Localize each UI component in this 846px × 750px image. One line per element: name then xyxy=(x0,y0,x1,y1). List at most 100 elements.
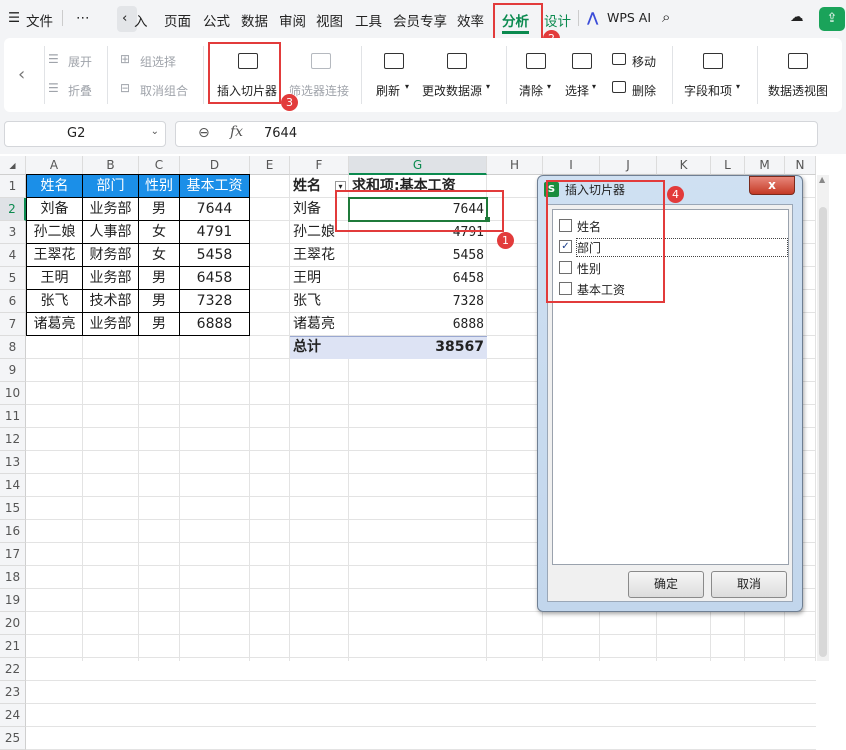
pivot-row-label[interactable]: 王翠花 xyxy=(293,244,335,267)
table-cell[interactable]: 4791 xyxy=(179,220,250,244)
pivot-row-label[interactable]: 张飞 xyxy=(293,290,321,313)
column-header[interactable]: G xyxy=(349,156,487,175)
menu-insert[interactable]: 入 xyxy=(134,10,148,30)
menu-efficiency[interactable]: 效率 xyxy=(457,10,484,30)
table-cell[interactable]: 业务部 xyxy=(82,197,139,221)
row-header[interactable]: 14 xyxy=(0,474,26,497)
ribbon-scroll-left-icon[interactable]: ‹ xyxy=(18,64,25,85)
share-icon[interactable]: ⇪ xyxy=(819,7,845,31)
pivot-row-label[interactable]: 诸葛亮 xyxy=(293,313,335,336)
cancel-button[interactable]: 取消 xyxy=(711,571,787,598)
menu-data[interactable]: 数据 xyxy=(241,10,268,30)
table-cell[interactable]: 业务部 xyxy=(82,312,139,336)
close-icon[interactable]: x xyxy=(749,176,795,195)
fx-icon[interactable]: fx xyxy=(230,124,243,140)
clear-icon[interactable] xyxy=(526,53,546,69)
row-header[interactable]: 20 xyxy=(0,612,26,635)
pivot-value[interactable]: 6888 xyxy=(349,313,484,336)
row-header[interactable]: 3 xyxy=(0,221,26,244)
pivot-total-label[interactable]: 总计 xyxy=(293,336,321,359)
row-header[interactable]: 19 xyxy=(0,589,26,612)
table-header-cell[interactable]: 基本工资 xyxy=(179,174,250,198)
column-header[interactable]: C xyxy=(139,156,180,175)
chevron-up-icon[interactable]: ▲ xyxy=(819,175,825,184)
table-cell[interactable]: 刘备 xyxy=(26,197,83,221)
table-cell[interactable]: 女 xyxy=(138,243,180,267)
table-cell[interactable]: 技术部 xyxy=(82,289,139,313)
row-header[interactable]: 16 xyxy=(0,520,26,543)
table-cell[interactable]: 人事部 xyxy=(82,220,139,244)
table-cell[interactable]: 王翠花 xyxy=(26,243,83,267)
table-cell[interactable]: 财务部 xyxy=(82,243,139,267)
table-header-cell[interactable]: 部门 xyxy=(82,174,139,198)
select-button[interactable]: 选择 xyxy=(565,82,589,99)
table-cell[interactable]: 女 xyxy=(138,220,180,244)
table-cell[interactable]: 孙二娘 xyxy=(26,220,83,244)
row-header[interactable]: 18 xyxy=(0,566,26,589)
column-header[interactable]: J xyxy=(600,156,657,175)
column-header[interactable]: H xyxy=(487,156,543,175)
table-cell[interactable]: 业务部 xyxy=(82,266,139,290)
row-header[interactable]: 6 xyxy=(0,290,26,313)
row-header[interactable]: 7 xyxy=(0,313,26,336)
fields-items-button[interactable]: 字段和项 xyxy=(684,82,732,99)
column-header[interactable]: N xyxy=(785,156,816,175)
column-header[interactable]: B xyxy=(83,156,139,175)
pivot-chart-icon[interactable] xyxy=(788,53,808,69)
pivot-value[interactable]: 5458 xyxy=(349,244,484,267)
row-header[interactable]: 24 xyxy=(0,704,26,727)
menu-review[interactable]: 审阅 xyxy=(279,10,306,30)
pivot-row-label[interactable]: 王明 xyxy=(293,267,321,290)
pivot-value[interactable]: 7328 xyxy=(349,290,484,313)
column-header[interactable]: F xyxy=(290,156,349,175)
table-cell[interactable]: 5458 xyxy=(179,243,250,267)
menu-design[interactable]: 设计 xyxy=(544,10,571,30)
table-cell[interactable]: 7328 xyxy=(179,289,250,313)
table-cell[interactable]: 7644 xyxy=(179,197,250,221)
pivot-row-header[interactable]: 姓名 xyxy=(293,175,321,198)
table-cell[interactable]: 诸葛亮 xyxy=(26,312,83,336)
row-header[interactable]: 8 xyxy=(0,336,26,359)
delete-button[interactable]: 删除 xyxy=(632,82,656,99)
menu-tools[interactable]: 工具 xyxy=(355,10,382,30)
menu-member[interactable]: 会员专享 xyxy=(393,10,447,30)
pivot-chart-button[interactable]: 数据透视图 xyxy=(768,82,828,99)
move-button[interactable]: 移动 xyxy=(632,53,656,70)
row-header[interactable]: 4 xyxy=(0,244,26,267)
pivot-total-value[interactable]: 38567 xyxy=(349,336,484,359)
refresh-icon[interactable] xyxy=(384,53,404,69)
row-header[interactable]: 2 xyxy=(0,198,26,221)
row-header[interactable]: 25 xyxy=(0,727,26,750)
ok-button[interactable]: 确定 xyxy=(628,571,704,598)
menu-more[interactable]: ⋯ xyxy=(76,10,90,26)
row-header[interactable]: 17 xyxy=(0,543,26,566)
pivot-row-label[interactable]: 孙二娘 xyxy=(293,221,335,244)
row-header[interactable]: 23 xyxy=(0,681,26,704)
change-source-icon[interactable] xyxy=(447,53,467,69)
filter-connection-button[interactable]: 筛选器连接 xyxy=(289,82,349,99)
row-header[interactable]: 9 xyxy=(0,359,26,382)
expand-button[interactable]: 展开 xyxy=(68,53,92,70)
table-cell[interactable]: 男 xyxy=(138,197,180,221)
row-header[interactable]: 10 xyxy=(0,382,26,405)
pivot-value[interactable]: 6458 xyxy=(349,267,484,290)
table-cell[interactable]: 男 xyxy=(138,312,180,336)
clear-button[interactable]: 清除 xyxy=(519,82,543,99)
menu-file[interactable]: 文件 xyxy=(26,10,53,30)
group-select-button[interactable]: 组选择 xyxy=(140,53,176,70)
refresh-button[interactable]: 刷新 xyxy=(376,82,400,99)
search-icon[interactable]: ⌕ xyxy=(662,8,670,26)
chevron-left-icon[interactable]: ‹ xyxy=(122,10,127,26)
table-cell[interactable]: 王明 xyxy=(26,266,83,290)
zoom-icon[interactable]: ⊖ xyxy=(198,125,210,141)
row-header[interactable]: 1 xyxy=(0,175,26,198)
table-cell[interactable]: 6888 xyxy=(179,312,250,336)
column-header[interactable]: E xyxy=(250,156,290,175)
row-header[interactable]: 12 xyxy=(0,428,26,451)
table-header-cell[interactable]: 姓名 xyxy=(26,174,83,198)
column-header[interactable]: L xyxy=(711,156,745,175)
scrollbar-thumb[interactable] xyxy=(819,207,827,657)
row-header[interactable]: 22 xyxy=(0,658,26,681)
chevron-down-icon[interactable]: ⌄ xyxy=(151,126,159,137)
row-header[interactable]: 11 xyxy=(0,405,26,428)
